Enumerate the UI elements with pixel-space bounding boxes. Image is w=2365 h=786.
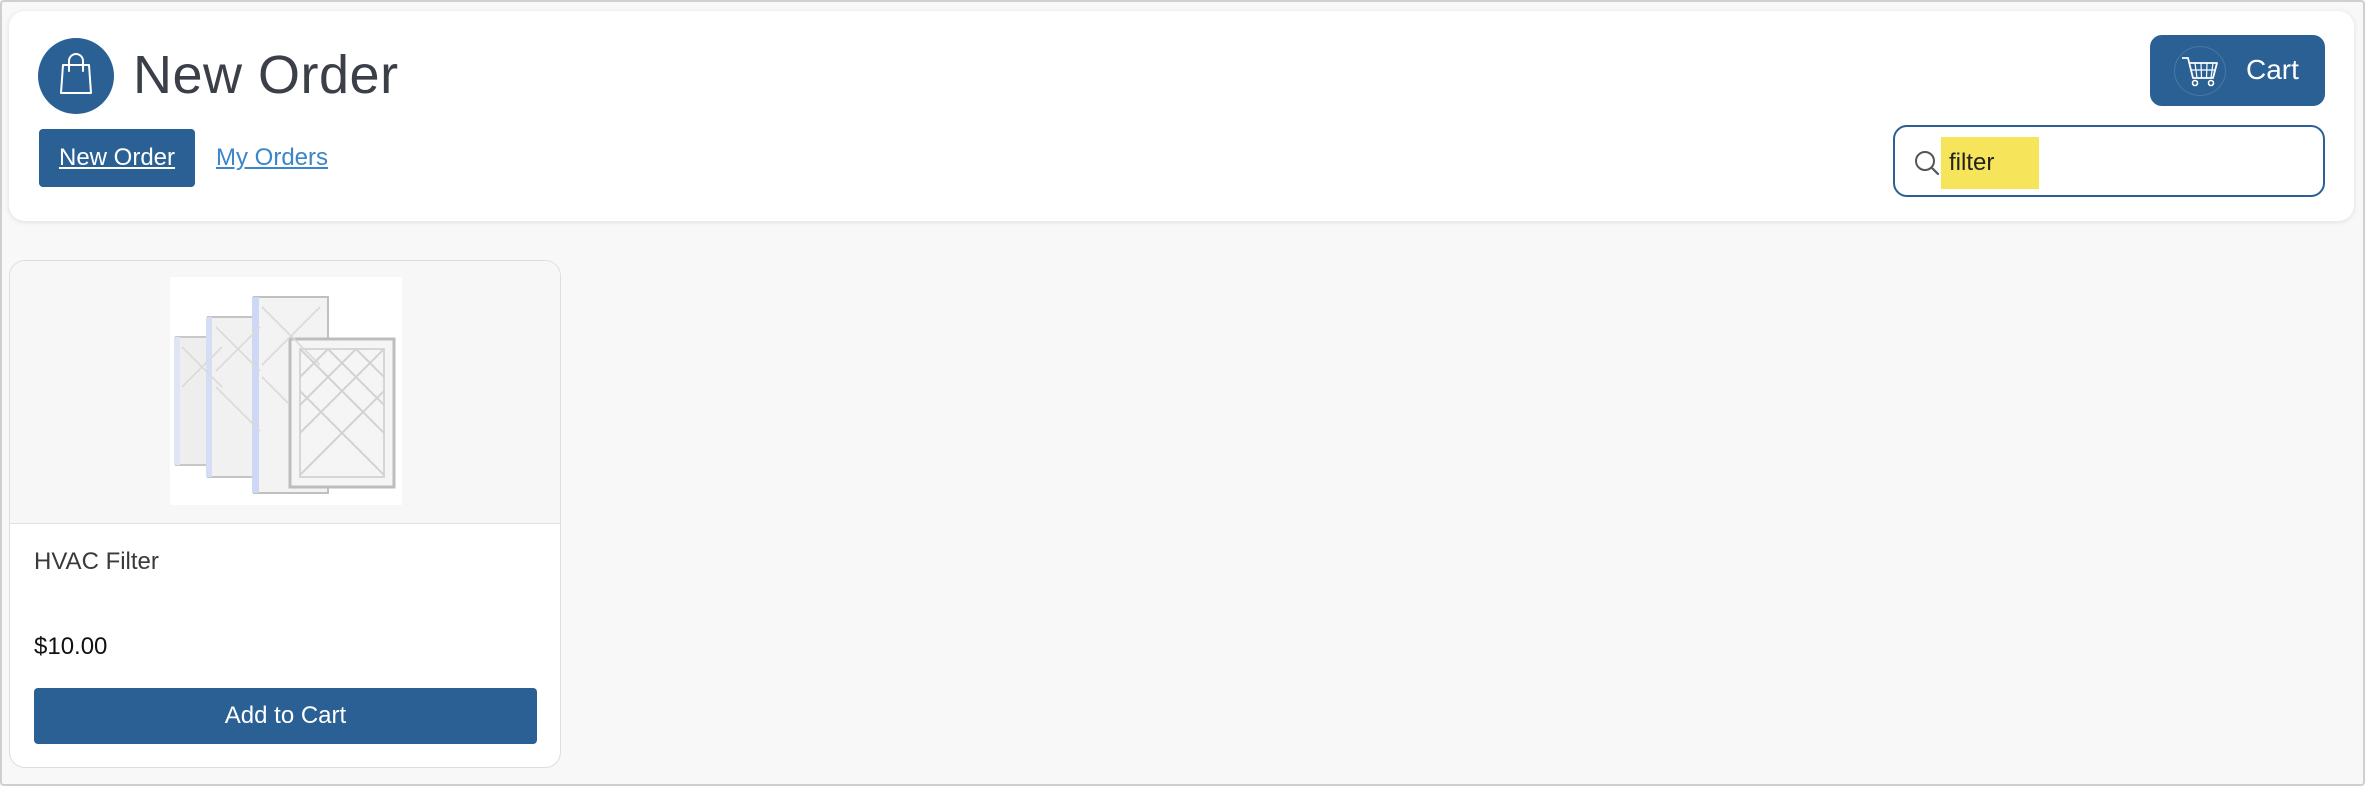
cart-button[interactable]: Cart [2150,35,2325,106]
shopping-bag-icon [56,52,96,101]
search-input[interactable] [1941,137,2039,189]
product-image-area [10,261,560,524]
product-card: HVAC Filter $10.00 Add to Cart [9,260,561,768]
product-name: HVAC Filter [34,548,159,575]
cart-icon [2174,46,2226,96]
app-logo [38,38,114,114]
add-to-cart-button[interactable]: Add to Cart [34,688,537,744]
page-title: New Order [133,45,399,105]
app-window: New Order New Order My Orders Cart filte… [0,0,2365,786]
search-field[interactable] [1893,125,2325,197]
search-icon [1913,149,1941,177]
tab-my-orders[interactable]: My Orders [216,129,328,187]
cart-label: Cart [2246,54,2299,85]
header: New Order New Order My Orders Cart [9,11,2354,221]
product-price: $10.00 [34,633,108,660]
hvac-filter-image [170,277,402,505]
tab-new-order[interactable]: New Order [39,129,195,187]
